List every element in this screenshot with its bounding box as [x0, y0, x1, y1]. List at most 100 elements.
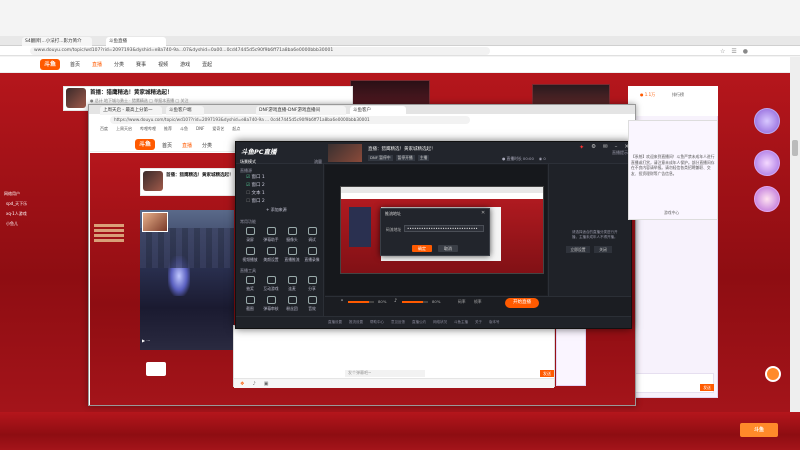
- outer-tab-1[interactable]: S4翻牌[...小法打...影力简介: [22, 37, 92, 46]
- footer-item-3[interactable]: 意见反馈: [391, 320, 405, 325]
- right-send-button[interactable]: 发送: [700, 384, 714, 391]
- inner-chat-input[interactable]: 发个弹幕吧~: [345, 370, 425, 377]
- tool-tile-r1-1[interactable]: 弹幕助手: [261, 225, 281, 245]
- footer-item-8[interactable]: 版本号: [489, 320, 500, 325]
- outer-nav-2[interactable]: 分类: [114, 61, 124, 69]
- outer-address-input[interactable]: www.douyu.com/topic/wd107?rid=2097193&dy…: [30, 47, 490, 55]
- tool-tile-r3-1[interactable]: 互动游戏: [261, 274, 281, 294]
- inner-site-logo[interactable]: 斗鱼: [135, 139, 155, 150]
- footer-item-7[interactable]: 关于: [475, 320, 482, 325]
- inner-nav-2[interactable]: 分类: [202, 142, 212, 149]
- scene-mode-tab[interactable]: 场景模式: [240, 159, 256, 165]
- inner-list-dot-2[interactable]: [94, 229, 124, 232]
- inner-room-avatar[interactable]: [143, 171, 163, 191]
- right-panel-btn-close[interactable]: 关闭: [594, 246, 612, 253]
- tool-tile-r4-1[interactable]: 弹幕审核: [261, 294, 281, 314]
- studio-message-icon[interactable]: ✉: [603, 144, 608, 152]
- tool-tile-r4-2[interactable]: 粉丝团: [282, 294, 302, 314]
- footer-item-0[interactable]: 直播设置: [328, 320, 342, 325]
- outer-nav-0[interactable]: 首页: [70, 61, 80, 69]
- outer-site-logo[interactable]: 斗鱼: [40, 59, 60, 70]
- bookmark-6[interactable]: 爱奇艺: [212, 126, 224, 134]
- inner-tab-4[interactable]: 斗鱼客户: [350, 106, 406, 115]
- outer-nav-4[interactable]: 视频: [158, 61, 168, 69]
- inner-video-player[interactable]: [140, 210, 234, 350]
- outer-user-0[interactable]: 网络用户: [4, 191, 58, 197]
- speaker-icon[interactable]: ♪: [394, 298, 397, 304]
- tool-tile-r1-3[interactable]: 调试: [302, 225, 322, 245]
- tool-tile-r3-2[interactable]: 连麦: [282, 274, 302, 294]
- dialog-cancel-button[interactable]: 取消: [438, 245, 458, 252]
- inner-list-dot-3[interactable]: [94, 234, 124, 237]
- tool-tile-r1-0[interactable]: 录屏: [240, 225, 260, 245]
- dialog-confirm-button[interactable]: 确定: [412, 245, 432, 252]
- fps-label[interactable]: 帧率: [474, 299, 482, 305]
- inner-tab-1[interactable]: 上周天启 - 最高上分第一: [100, 106, 162, 115]
- badge-streamer[interactable]: 主播: [417, 155, 430, 161]
- outer-user-1[interactable]: spd_天下乐: [6, 201, 56, 207]
- bookmark-5[interactable]: DNF: [196, 126, 204, 134]
- bookmark-2[interactable]: 哔哩哔哩: [140, 126, 156, 134]
- speaker-volume-slider[interactable]: [402, 301, 428, 303]
- dialog-close-icon[interactable]: ✕: [481, 210, 485, 216]
- tool-tile-r4-3[interactable]: 音效: [302, 294, 322, 314]
- badge-game[interactable]: DNF 暂停中: [368, 155, 393, 161]
- studio-settings-icon[interactable]: ⚙: [591, 144, 596, 152]
- source-row-0[interactable]: ☑ 窗口 1: [246, 174, 318, 181]
- footer-item-1[interactable]: 推流设置: [349, 320, 363, 325]
- outer-room-avatar[interactable]: [66, 88, 86, 108]
- inner-tab-3[interactable]: DNF游戏直播-DNF游戏直播间: [256, 106, 346, 115]
- inner-nav-0[interactable]: 首页: [162, 142, 172, 149]
- outer-nav-5[interactable]: 游戏: [180, 61, 190, 69]
- bookmark-4[interactable]: 斗鱼: [180, 126, 188, 134]
- source-check-icon[interactable]: ☑: [246, 175, 250, 180]
- inner-list-dot-1[interactable]: [94, 224, 124, 227]
- profile-icon[interactable]: ●: [743, 48, 748, 55]
- outer-nav-1[interactable]: 直播: [92, 61, 102, 69]
- traffic-tab[interactable]: 流量: [314, 159, 322, 165]
- inner-list-dot-4[interactable]: [94, 239, 124, 242]
- level-badge-2[interactable]: [754, 150, 780, 176]
- outer-rank-label[interactable]: 排行榜: [672, 92, 684, 98]
- tool-tile-r2-2[interactable]: 直播推流: [282, 245, 302, 265]
- dialog-field-input[interactable]: ••••••••••••••••••••••••••••••: [404, 225, 484, 232]
- footer-item-6[interactable]: 斗鱼主播: [454, 320, 468, 325]
- inner-tab-2[interactable]: 斗鱼客户端: [166, 106, 204, 115]
- source-check-icon[interactable]: ☑: [246, 183, 250, 188]
- extension-icon[interactable]: ☰: [731, 48, 736, 55]
- studio-streamer-avatar[interactable]: [328, 144, 362, 162]
- gift-icon[interactable]: ❖: [240, 381, 244, 387]
- bookmark-3[interactable]: 推荐: [164, 126, 172, 134]
- right-panel-btn-setup[interactable]: 立即设置: [566, 246, 590, 253]
- bookmark-0[interactable]: 百度: [100, 126, 108, 134]
- add-source-button[interactable]: + 添加来源: [266, 207, 287, 213]
- scrollbar[interactable]: [790, 57, 800, 412]
- bookmark-7[interactable]: 起点: [232, 126, 240, 134]
- source-check-icon[interactable]: ☐: [246, 191, 250, 196]
- outer-tab-2[interactable]: 斗鱼直播: [106, 37, 166, 46]
- footer-item-5[interactable]: 网络状况: [433, 320, 447, 325]
- footer-item-2[interactable]: 帮助中心: [370, 320, 384, 325]
- inner-video-controls[interactable]: ▶ ···: [142, 338, 232, 343]
- source-row-1[interactable]: ☑ 窗口 2: [246, 182, 318, 189]
- tool-tile-r3-3[interactable]: 分享: [302, 274, 322, 294]
- level-badge-3[interactable]: [754, 186, 780, 212]
- bookmark-1[interactable]: 上周天启: [116, 126, 132, 134]
- bottom-logo-badge[interactable]: 斗鱼: [740, 423, 778, 437]
- start-live-button[interactable]: 开始直播: [505, 298, 539, 308]
- tool-tile-r3-0[interactable]: 抽奖: [240, 274, 260, 294]
- mic-icon[interactable]: ⚬: [340, 298, 344, 304]
- outer-nav-3[interactable]: 赛事: [136, 61, 146, 69]
- tool-tile-r1-2[interactable]: 摄像头: [282, 225, 302, 245]
- source-check-icon[interactable]: ☐: [246, 199, 250, 204]
- right-ad-label[interactable]: 游戏中心: [664, 210, 679, 216]
- tool-tile-r4-0[interactable]: 截图: [240, 294, 260, 314]
- floating-avatar-icon[interactable]: [765, 366, 781, 382]
- mic-volume-slider[interactable]: [348, 301, 374, 303]
- scrollbar-thumb[interactable]: [792, 140, 798, 156]
- volume-icon[interactable]: ♪: [252, 381, 255, 387]
- badge-pause[interactable]: 暂停开播: [395, 155, 415, 161]
- star-icon[interactable]: ☆: [720, 48, 725, 55]
- fullscreen-icon[interactable]: ▣: [264, 381, 269, 387]
- footer-item-4[interactable]: 直播公约: [412, 320, 426, 325]
